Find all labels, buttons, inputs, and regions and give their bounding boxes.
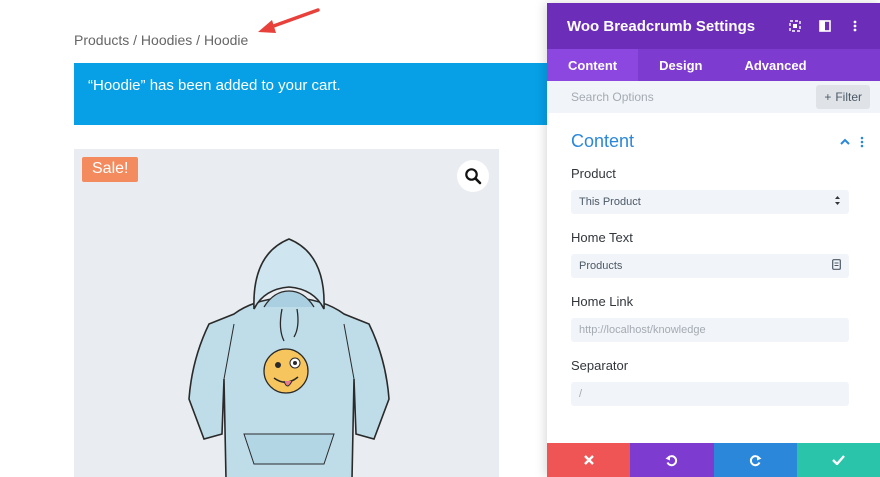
separator-input[interactable]: / [571, 382, 849, 406]
section-title: Content [571, 131, 635, 151]
breadcrumb[interactable]: Products / Hoodies / Hoodie [74, 32, 248, 48]
check-icon [832, 455, 845, 465]
field-label: Home Text [571, 230, 633, 245]
product-select[interactable]: This Product [571, 190, 849, 214]
close-icon [583, 455, 594, 465]
dynamic-content-icon[interactable] [832, 259, 841, 273]
field-label: Separator [571, 358, 629, 373]
search-options-input[interactable] [571, 90, 771, 104]
sale-badge: Sale! [82, 157, 139, 182]
home-link-value: http://localhost/knowledge [579, 324, 706, 336]
zoom-button[interactable] [457, 160, 489, 192]
product-select-value: This Product [579, 196, 641, 208]
settings-panel: Woo Breadcrumb Settings Content Design A… [547, 3, 880, 477]
separator-value: / [579, 388, 583, 400]
undo-icon [665, 454, 678, 466]
panel-header: Woo Breadcrumb Settings [547, 3, 880, 49]
sidebar-icon[interactable] [818, 19, 832, 33]
panel-footer [547, 443, 880, 477]
home-text-input[interactable]: Products [571, 254, 849, 278]
more-vertical-icon[interactable] [860, 136, 864, 148]
field-separator: Separator / [547, 358, 880, 406]
home-text-value: Products [579, 260, 623, 272]
expand-icon[interactable] [788, 19, 802, 33]
content-section-header[interactable]: Content [547, 113, 880, 152]
cancel-button[interactable] [547, 443, 631, 477]
select-arrows-icon [834, 195, 841, 209]
field-label: Product [571, 166, 616, 181]
panel-tabs: Content Design Advanced [547, 49, 880, 81]
tab-design[interactable]: Design [638, 49, 723, 81]
plus-icon: + [824, 90, 832, 104]
hoodie-illustration [188, 238, 390, 477]
panel-title: Woo Breadcrumb Settings [567, 17, 756, 35]
product-image: Sale! [74, 149, 499, 477]
field-product: Product This Product [547, 166, 880, 214]
arrow-annotation-icon [258, 8, 320, 33]
field-home-link: Home Link http://localhost/knowledge [547, 294, 880, 342]
tab-advanced[interactable]: Advanced [723, 49, 827, 81]
cart-notice-text: “Hoodie” has been added to your cart. [88, 77, 341, 94]
field-label: Home Link [571, 294, 634, 309]
search-zoom-icon [465, 168, 482, 185]
tab-content[interactable]: Content [547, 49, 639, 81]
more-vertical-icon[interactable] [848, 19, 862, 33]
save-button[interactable] [796, 443, 880, 477]
filter-button[interactable]: + Filter [816, 85, 870, 109]
chevron-up-icon[interactable] [840, 138, 850, 145]
field-home-text: Home Text Products [547, 230, 880, 278]
home-link-input[interactable]: http://localhost/knowledge [571, 318, 849, 342]
redo-button[interactable] [713, 443, 797, 477]
undo-button[interactable] [630, 443, 714, 477]
search-row: + Filter [547, 81, 880, 113]
cart-notice: “Hoodie” has been added to your cart. [74, 63, 554, 125]
filter-label: Filter [835, 90, 862, 104]
redo-icon [749, 454, 762, 466]
